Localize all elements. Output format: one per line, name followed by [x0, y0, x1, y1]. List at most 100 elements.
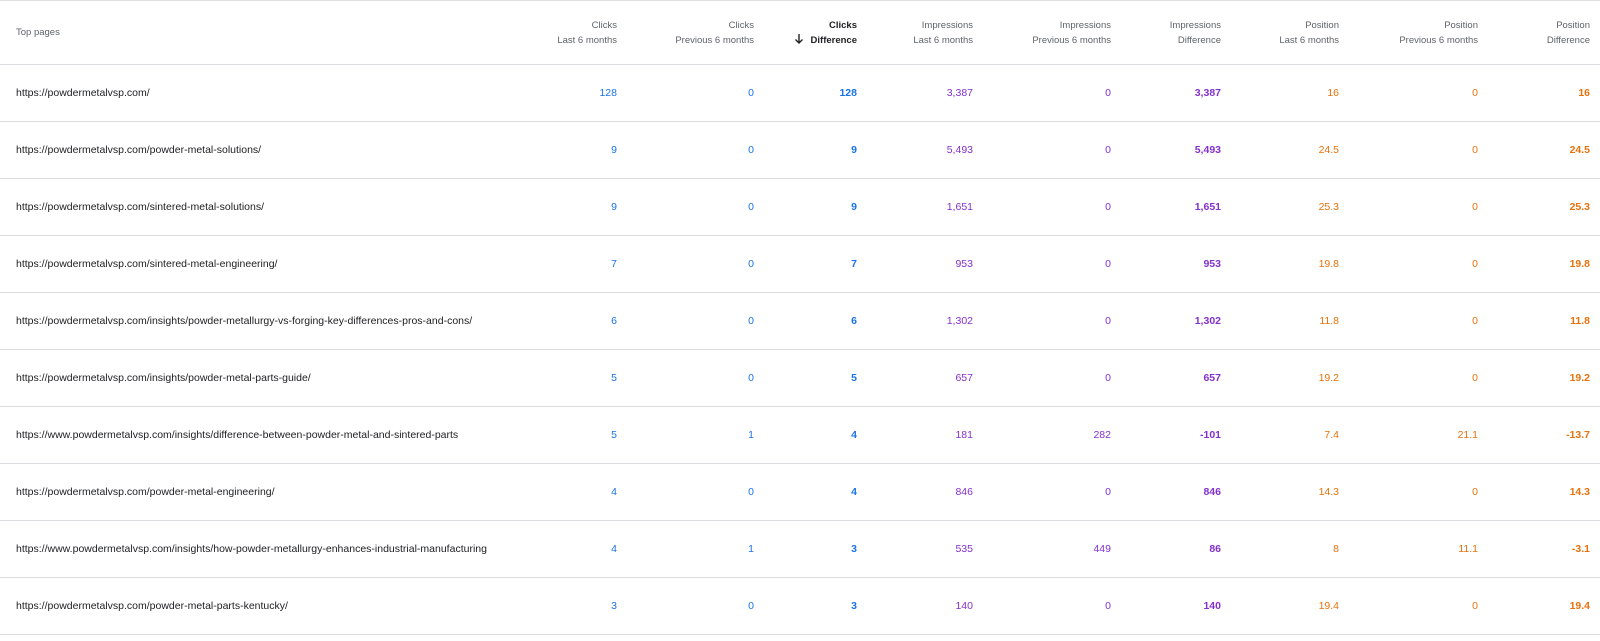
clicks-difference-cell: 7: [851, 258, 857, 270]
column-header-position-last-6-months[interactable]: Position Last 6 months: [1219, 1, 1339, 64]
position-previous-6-months-cell: 0: [1472, 600, 1478, 612]
header-line2: Last 6 months: [1279, 34, 1339, 46]
page-url-link[interactable]: https://www.powdermetalvsp.com/insights/…: [16, 521, 536, 577]
header-line2: Previous 6 months: [1399, 34, 1478, 46]
position-previous-6-months-cell: 0: [1472, 258, 1478, 270]
position-last-6-months-cell: 25.3: [1318, 201, 1339, 213]
page-url-link[interactable]: https://www.powdermetalvsp.com/insights/…: [16, 407, 536, 463]
position-last-6-months-cell: 19.2: [1318, 372, 1339, 384]
impressions-difference-cell: 3,387: [1194, 87, 1221, 99]
clicks-previous-6-months-cell: 1: [748, 543, 754, 555]
header-line1: Position: [1444, 19, 1478, 31]
position-difference-cell: -3.1: [1571, 543, 1590, 555]
position-difference-cell: -13.7: [1566, 429, 1590, 441]
page-url-link[interactable]: https://powdermetalvsp.com/powder-metal-…: [16, 464, 536, 520]
table-row[interactable]: https://powdermetalvsp.com/powder-metal-…: [0, 122, 1600, 179]
position-last-6-months-cell: 8: [1333, 543, 1339, 555]
column-header-clicks-previous-6-months[interactable]: Clicks Previous 6 months: [634, 1, 754, 64]
impressions-difference-cell: 953: [1203, 258, 1221, 270]
clicks-previous-6-months-cell: 1: [748, 429, 754, 441]
clicks-last-6-months-cell: 3: [611, 600, 617, 612]
position-last-6-months-cell: 16: [1327, 87, 1339, 99]
header-line1: Position: [1305, 19, 1339, 31]
position-difference-cell: 19.2: [1569, 372, 1590, 384]
table-body: https://powdermetalvsp.com/128 0 128 3,387 0…: [0, 65, 1600, 635]
impressions-last-6-months-cell: 3,387: [946, 87, 973, 99]
impressions-difference-cell: 140: [1203, 600, 1221, 612]
column-header-top-pages: Top pages: [16, 1, 536, 64]
impressions-previous-6-months-cell: 0: [1105, 87, 1111, 99]
clicks-difference-cell: 4: [851, 486, 857, 498]
header-line2-wrap: Difference: [793, 33, 857, 48]
clicks-previous-6-months-cell: 0: [748, 87, 754, 99]
impressions-difference-cell: 86: [1209, 543, 1221, 555]
position-previous-6-months-cell: 21.1: [1457, 429, 1478, 441]
clicks-difference-cell: 6: [851, 315, 857, 327]
page-url-link[interactable]: https://powdermetalvsp.com/powder-metal-…: [16, 578, 536, 634]
column-header-impressions-difference[interactable]: Impressions Difference: [1111, 1, 1221, 64]
table-row[interactable]: https://powdermetalvsp.com/insights/powd…: [0, 350, 1600, 407]
position-previous-6-months-cell: 0: [1472, 486, 1478, 498]
position-previous-6-months-cell: 0: [1472, 201, 1478, 213]
clicks-difference-cell: 5: [851, 372, 857, 384]
header-line1: Impressions: [1059, 19, 1111, 31]
header-line2: Previous 6 months: [675, 34, 754, 46]
page-url-link[interactable]: https://powdermetalvsp.com/sintered-meta…: [16, 236, 536, 292]
column-header-clicks-difference[interactable]: Clicks Difference: [747, 1, 857, 64]
impressions-difference-cell: 657: [1203, 372, 1221, 384]
table-header: Top pages Clicks Last 6 months Clicks Pr…: [0, 1, 1600, 65]
column-header-position-previous-6-months[interactable]: Position Previous 6 months: [1358, 1, 1478, 64]
impressions-last-6-months-cell: 846: [955, 486, 973, 498]
table-row[interactable]: https://powdermetalvsp.com/powder-metal-…: [0, 578, 1600, 635]
impressions-last-6-months-cell: 657: [955, 372, 973, 384]
impressions-last-6-months-cell: 140: [955, 600, 973, 612]
table-row[interactable]: https://www.powdermetalvsp.com/insights/…: [0, 407, 1600, 464]
header-line1: Impressions: [1169, 19, 1221, 31]
clicks-previous-6-months-cell: 0: [748, 144, 754, 156]
header-line2: Previous 6 months: [1032, 34, 1111, 46]
column-header-impressions-last-6-months[interactable]: Impressions Last 6 months: [853, 1, 973, 64]
impressions-previous-6-months-cell: 0: [1105, 258, 1111, 270]
position-difference-cell: 19.4: [1569, 600, 1590, 612]
page-url-link[interactable]: https://powdermetalvsp.com/powder-metal-…: [16, 122, 536, 178]
header-line2: Last 6 months: [557, 34, 617, 46]
header-line2: Difference: [1546, 34, 1590, 46]
column-header-label: Top pages: [16, 27, 60, 38]
clicks-previous-6-months-cell: 0: [748, 258, 754, 270]
header-line1: Position: [1556, 19, 1590, 31]
table-row[interactable]: https://www.powdermetalvsp.com/insights/…: [0, 521, 1600, 578]
page-url-link[interactable]: https://powdermetalvsp.com/insights/powd…: [16, 293, 536, 349]
clicks-difference-cell: 9: [851, 201, 857, 213]
page-url-link[interactable]: https://powdermetalvsp.com/: [16, 65, 536, 121]
impressions-previous-6-months-cell: 0: [1105, 201, 1111, 213]
position-last-6-months-cell: 19.4: [1318, 600, 1339, 612]
position-difference-cell: 24.5: [1569, 144, 1590, 156]
page-url-link[interactable]: https://powdermetalvsp.com/insights/powd…: [16, 350, 536, 406]
position-last-6-months-cell: 7.4: [1324, 429, 1339, 441]
page-url-link[interactable]: https://powdermetalvsp.com/sintered-meta…: [16, 179, 536, 235]
sort-descending-arrow-icon: [794, 34, 803, 44]
clicks-last-6-months-cell: 5: [611, 429, 617, 441]
position-previous-6-months-cell: 0: [1472, 144, 1478, 156]
impressions-previous-6-months-cell: 0: [1105, 372, 1111, 384]
impressions-previous-6-months-cell: 0: [1105, 486, 1111, 498]
table-row[interactable]: https://powdermetalvsp.com/sintered-meta…: [0, 236, 1600, 293]
position-previous-6-months-cell: 0: [1472, 87, 1478, 99]
header-line1: Impressions: [921, 19, 973, 31]
clicks-last-6-months-cell: 5: [611, 372, 617, 384]
clicks-previous-6-months-cell: 0: [748, 372, 754, 384]
column-header-clicks-last-6-months[interactable]: Clicks Last 6 months: [497, 1, 617, 64]
table-row[interactable]: https://powdermetalvsp.com/insights/powd…: [0, 293, 1600, 350]
impressions-previous-6-months-cell: 449: [1093, 543, 1111, 555]
table-row[interactable]: https://powdermetalvsp.com/powder-metal-…: [0, 464, 1600, 521]
header-line2: Difference: [810, 34, 857, 46]
column-header-position-difference[interactable]: Position Difference: [1480, 1, 1590, 64]
impressions-difference-cell: 5,493: [1194, 144, 1221, 156]
position-difference-cell: 25.3: [1569, 201, 1590, 213]
impressions-last-6-months-cell: 5,493: [946, 144, 973, 156]
clicks-last-6-months-cell: 9: [611, 201, 617, 213]
column-header-impressions-previous-6-months[interactable]: Impressions Previous 6 months: [991, 1, 1111, 64]
table-row[interactable]: https://powdermetalvsp.com/sintered-meta…: [0, 179, 1600, 236]
table-row[interactable]: https://powdermetalvsp.com/128 0 128 3,387 0…: [0, 65, 1600, 122]
position-last-6-months-cell: 11.8: [1319, 315, 1339, 327]
